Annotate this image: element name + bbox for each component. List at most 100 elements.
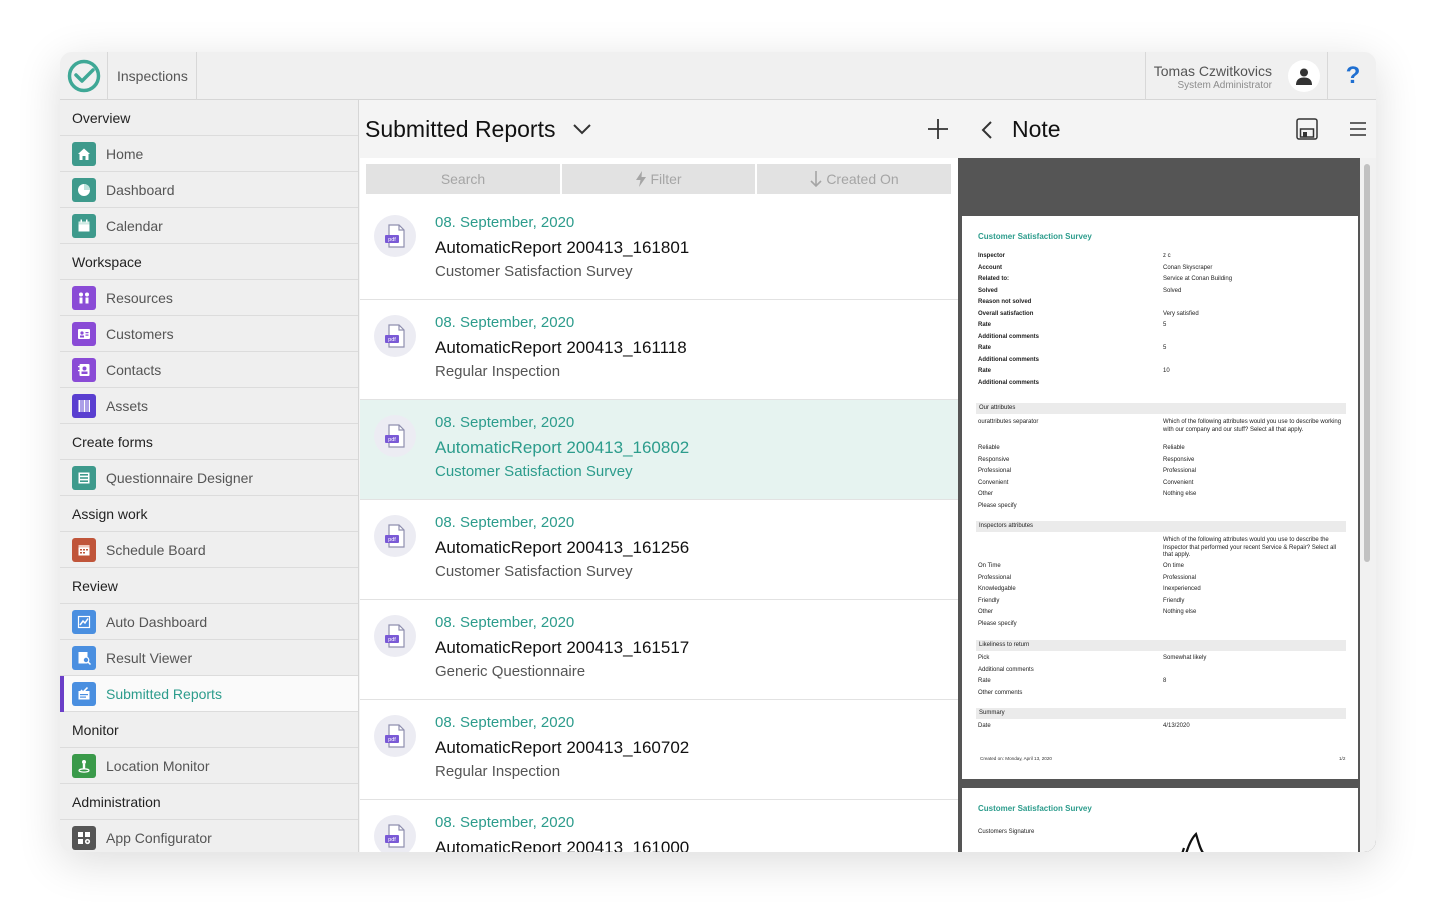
report-date: 08. September, 2020 [435, 414, 575, 431]
pdf-icon: pdf [374, 415, 416, 457]
list-item[interactable]: pdf 08. September, 2020 AutomaticReport … [360, 700, 958, 800]
calendar-icon [72, 213, 96, 238]
report-type: Regular Inspection [435, 763, 561, 780]
sidebar-item-calendar[interactable]: Calendar [60, 208, 358, 244]
sidebar-section-monitor: Monitor [60, 712, 358, 748]
report-name: AutomaticReport 200413_161118 [435, 338, 687, 357]
report-date: 08. September, 2020 [435, 514, 575, 531]
sidebar-item-questionnaire-designer[interactable]: Questionnaire Designer [60, 460, 358, 496]
sidebar: Overview Home Dashboard Calendar Workspa… [60, 100, 359, 852]
report-type: Customer Satisfaction Survey [435, 463, 633, 480]
sidebar-item-label: Location Monitor [106, 757, 210, 774]
svg-text:pdf: pdf [388, 637, 396, 643]
sidebar-section-assign-work: Assign work [60, 496, 358, 532]
sidebar-section-create-forms: Create forms [60, 424, 358, 460]
sidebar-item-label: Schedule Board [106, 541, 206, 558]
sidebar-item-contacts[interactable]: Contacts [60, 352, 358, 388]
report-type: Customer Satisfaction Survey [435, 263, 633, 280]
resources-icon [72, 285, 96, 310]
list-item[interactable]: pdf 08. September, 2020 AutomaticReport … [360, 300, 958, 400]
report-type: Generic Questionnaire [435, 663, 586, 680]
doc-section-header: Inspectors attributes [976, 521, 1346, 532]
page-title[interactable]: Submitted Reports [365, 116, 555, 143]
chevron-left-icon[interactable] [980, 120, 994, 140]
contacts-icon [72, 357, 96, 382]
sidebar-item-label: Customers [106, 325, 174, 342]
pdf-icon: pdf [374, 815, 416, 852]
arrow-down-icon [810, 171, 822, 188]
report-name: AutomaticReport 200413_161517 [435, 638, 690, 657]
list-item[interactable]: pdf 08. September, 2020 AutomaticReport … [360, 800, 958, 852]
doc-title: Customer Satisfaction Survey [978, 804, 1092, 813]
lightning-icon [636, 171, 647, 187]
search-label: Search [440, 171, 486, 187]
report-name: AutomaticReport 200413_161256 [435, 538, 690, 557]
sidebar-item-dashboard[interactable]: Dashboard [60, 172, 358, 208]
sidebar-item-customers[interactable]: Customers [60, 316, 358, 352]
sidebar-item-home[interactable]: Home [60, 136, 358, 172]
sidebar-item-result-viewer[interactable]: Result Viewer [60, 640, 358, 676]
chevron-down-icon[interactable] [572, 120, 592, 138]
report-list: pdf 08. September, 2020 AutomaticReport … [360, 200, 958, 852]
list-item-selected[interactable]: pdf 08. September, 2020 AutomaticReport … [360, 400, 958, 500]
app-logo-icon[interactable] [66, 58, 102, 94]
report-name: AutomaticReport 200413_160802 [435, 438, 690, 457]
save-icon[interactable] [1296, 118, 1318, 140]
pdf-icon: pdf [374, 315, 416, 357]
sidebar-item-label: Submitted Reports [106, 685, 222, 702]
sidebar-item-schedule-board[interactable]: Schedule Board [60, 532, 358, 568]
svg-text:pdf: pdf [388, 837, 396, 843]
doc-section-header: Likeliness to return [976, 640, 1346, 651]
search-button[interactable]: Search [366, 164, 560, 194]
doc-section-header: Our attributes [976, 403, 1346, 414]
filter-label: Filter [650, 171, 682, 187]
report-date: 08. September, 2020 [435, 614, 575, 631]
report-name: AutomaticReport 200413_161801 [435, 238, 690, 257]
list-item[interactable]: pdf 08. September, 2020 AutomaticReport … [360, 600, 958, 700]
divider [107, 52, 108, 100]
sidebar-item-assets[interactable]: Assets [60, 388, 358, 424]
preview-page-2: Customer Satisfaction Survey Customers S… [962, 788, 1358, 852]
list-item[interactable]: pdf 08. September, 2020 AutomaticReport … [360, 500, 958, 600]
sidebar-item-location-monitor[interactable]: Location Monitor [60, 748, 358, 784]
sidebar-section-overview: Overview [60, 100, 358, 136]
avatar[interactable] [1288, 60, 1320, 92]
svg-text:pdf: pdf [388, 537, 396, 543]
sidebar-section-review: Review [60, 568, 358, 604]
svg-text:pdf: pdf [388, 437, 396, 443]
sidebar-item-label: Contacts [106, 361, 162, 378]
doc-title: Customer Satisfaction Survey [978, 232, 1092, 241]
hamburger-menu-icon[interactable] [1350, 122, 1366, 136]
list-item[interactable]: pdf 08. September, 2020 AutomaticReport … [360, 200, 958, 300]
report-type: Customer Satisfaction Survey [435, 563, 633, 580]
sidebar-item-resources[interactable]: Resources [60, 280, 358, 316]
report-date: 08. September, 2020 [435, 714, 575, 731]
customers-icon [72, 321, 96, 346]
sort-button[interactable]: Created On [757, 164, 951, 194]
sidebar-item-label: App Configurator [106, 829, 212, 846]
preview-scrollbar-thumb[interactable] [1364, 164, 1370, 562]
user-name[interactable]: Tomas Czwitkovics [1154, 63, 1272, 79]
sort-label: Created On [826, 171, 899, 187]
sidebar-item-label: Questionnaire Designer [106, 469, 254, 486]
add-icon[interactable] [926, 117, 950, 141]
note-title: Note [1012, 116, 1061, 142]
sidebar-item-label: Resources [106, 289, 173, 306]
doc-footer-created: Created on: Monday, April 13, 2020 [980, 756, 1052, 761]
doc-section-header: Summary [976, 708, 1346, 719]
result-viewer-icon [72, 645, 96, 670]
help-icon[interactable]: ? [1343, 62, 1363, 90]
svg-text:pdf: pdf [388, 237, 396, 243]
divider [196, 52, 197, 100]
location-monitor-icon [72, 753, 96, 778]
filter-button[interactable]: Filter [562, 164, 755, 194]
list-header: Submitted Reports [360, 100, 958, 158]
schedule-board-icon [72, 537, 96, 562]
sidebar-item-auto-dashboard[interactable]: Auto Dashboard [60, 604, 358, 640]
submitted-reports-icon [72, 681, 96, 706]
sidebar-item-label: Assets [106, 397, 149, 414]
report-preview[interactable]: Customer Satisfaction Survey Inspector z … [958, 158, 1376, 852]
sidebar-item-app-configurator[interactable]: App Configurator [60, 820, 358, 852]
sidebar-item-submitted-reports[interactable]: Submitted Reports [60, 676, 358, 712]
report-date: 08. September, 2020 [435, 214, 575, 231]
